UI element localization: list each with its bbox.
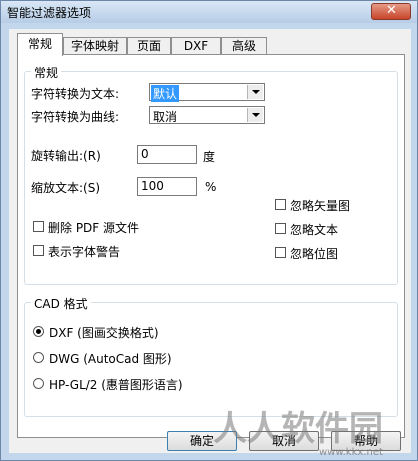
close-icon: ✕ bbox=[386, 3, 397, 18]
ignore-text-label: 忽略文本 bbox=[290, 223, 339, 237]
close-button[interactable]: ✕ bbox=[371, 3, 411, 20]
tab-advanced[interactable]: 高级 bbox=[221, 37, 267, 55]
ignore-bitmap-label: 忽略位图 bbox=[290, 247, 339, 261]
scale-label: 缩放文本:(S) bbox=[31, 181, 101, 195]
scale-input[interactable]: 100 bbox=[137, 177, 197, 196]
tab-page[interactable]: 页面 bbox=[127, 37, 171, 55]
font-warning-label: 表示字体警告 bbox=[48, 245, 121, 259]
cad-format-groupbox: CAD 格式 DXF (图画交换格式) DWG (AutoCad 图形) HP-… bbox=[24, 295, 398, 417]
title-bar[interactable]: 智能过滤器选项 ✕ bbox=[1, 1, 417, 23]
chevron-down-icon[interactable] bbox=[247, 108, 263, 122]
ok-button[interactable]: 确定 bbox=[167, 431, 237, 451]
cad-group-label: CAD 格式 bbox=[31, 295, 91, 312]
rotate-label: 旋转输出:(R) bbox=[31, 149, 101, 163]
rotate-input[interactable]: 0 bbox=[137, 145, 197, 164]
tab-dxf[interactable]: DXF bbox=[171, 37, 221, 55]
scale-unit: % bbox=[205, 180, 217, 194]
radio-dxf-label: DXF (图画交换格式) bbox=[49, 326, 159, 340]
ignore-vector-label: 忽略矢量图 bbox=[290, 199, 351, 213]
text-convert-label: 字符转换为文本: bbox=[31, 87, 120, 101]
cancel-button[interactable]: 取消 bbox=[249, 431, 319, 451]
ignore-bitmap-checkbox[interactable] bbox=[275, 247, 286, 258]
general-groupbox: 常规 字符转换为文本: 默认 字符转换为曲线: 取消 旋转输出:(R) 0 度 … bbox=[24, 64, 398, 285]
curve-convert-label: 字符转换为曲线: bbox=[31, 110, 120, 124]
curve-convert-value: 取消 bbox=[153, 110, 178, 124]
general-group-label: 常规 bbox=[31, 64, 62, 81]
ignore-vector-checkbox[interactable] bbox=[275, 199, 286, 210]
text-convert-dropdown[interactable]: 默认 bbox=[149, 83, 265, 102]
radio-dwg[interactable] bbox=[33, 352, 44, 363]
dialog-client: 常规 字体映射 页面 DXF 高级 常规 字符转换为文本: 默认 字符转换为曲线… bbox=[9, 29, 411, 453]
tab-font-mapping[interactable]: 字体映射 bbox=[63, 37, 127, 55]
watermark-url: www.kkx.net bbox=[319, 447, 383, 458]
rotate-unit: 度 bbox=[203, 150, 216, 164]
dialog-window: 智能过滤器选项 ✕ 常规 字体映射 页面 DXF 高级 常规 字符转换为文本: … bbox=[0, 0, 418, 461]
tab-general[interactable]: 常规 bbox=[17, 33, 63, 56]
chevron-down-icon[interactable] bbox=[247, 85, 263, 99]
tab-panel-general: 常规 字符转换为文本: 默认 字符转换为曲线: 取消 旋转输出:(R) 0 度 … bbox=[17, 54, 405, 438]
radio-dxf[interactable] bbox=[33, 326, 44, 337]
text-convert-value: 默认 bbox=[151, 85, 180, 102]
radio-hpgl-label: HP-GL/2 (惠普图形语言) bbox=[49, 378, 183, 392]
font-warning-checkbox[interactable] bbox=[33, 245, 44, 256]
window-title: 智能过滤器选项 bbox=[7, 6, 92, 20]
delete-pdf-label: 删除 PDF 源文件 bbox=[48, 221, 140, 235]
delete-pdf-checkbox[interactable] bbox=[33, 221, 44, 232]
ignore-text-checkbox[interactable] bbox=[275, 223, 286, 234]
radio-hpgl[interactable] bbox=[33, 378, 44, 389]
curve-convert-dropdown[interactable]: 取消 bbox=[149, 106, 265, 124]
radio-dwg-label: DWG (AutoCad 图形) bbox=[49, 352, 172, 366]
